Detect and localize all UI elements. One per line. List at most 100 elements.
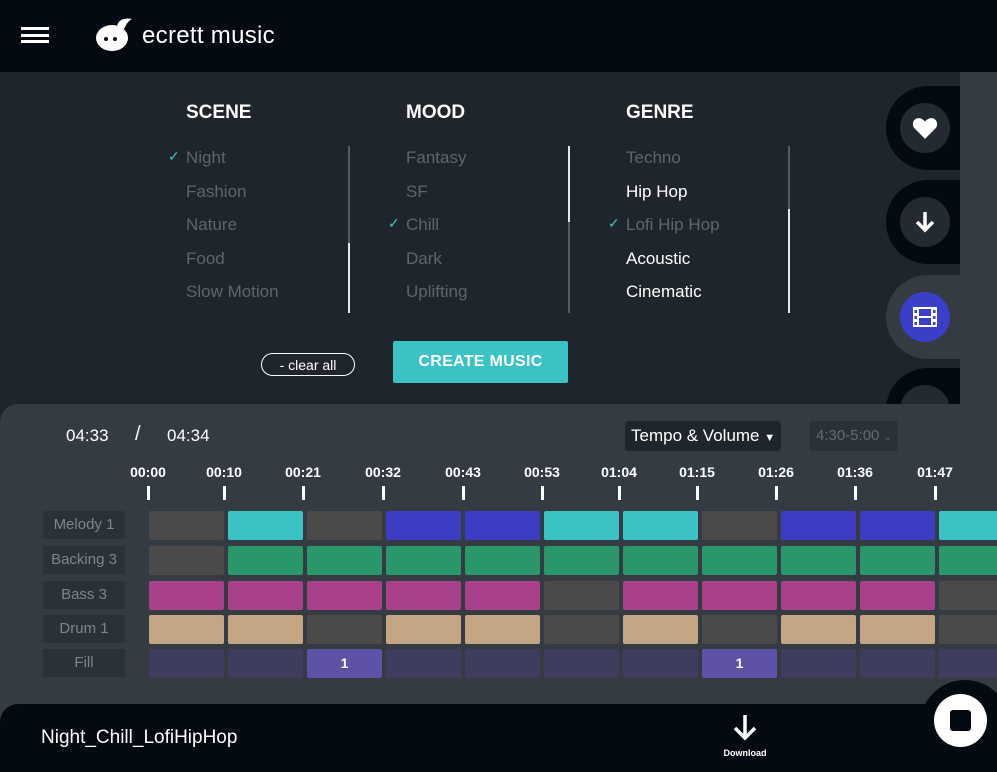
genre-option[interactable]: Acoustic [626, 249, 720, 283]
download-button[interactable]: Download [713, 713, 777, 758]
track-cell[interactable] [307, 546, 382, 575]
track-cell[interactable] [781, 546, 856, 575]
track-cell[interactable] [386, 615, 461, 644]
track-cell[interactable] [623, 546, 698, 575]
mood-option[interactable]: Fantasy [406, 148, 467, 182]
track-cell[interactable] [228, 546, 303, 575]
download-label: Download [723, 748, 767, 758]
track-cell[interactable] [228, 615, 303, 644]
track-cell[interactable] [228, 649, 303, 678]
track-cell[interactable] [939, 511, 997, 540]
track-cell[interactable] [149, 649, 224, 678]
track-cell[interactable] [228, 581, 303, 610]
track-cell[interactable] [623, 615, 698, 644]
tick-label: 01:47 [917, 464, 953, 480]
track-cell[interactable] [702, 546, 777, 575]
mood-title: MOOD [406, 102, 466, 123]
track-cell[interactable]: 1 [702, 649, 777, 678]
timeline-tick: 01:36 [825, 464, 885, 500]
track-cell[interactable] [228, 511, 303, 540]
scene-option[interactable]: Nature [186, 215, 279, 249]
track-label[interactable]: Melody 1 [43, 511, 125, 539]
track-cell[interactable] [149, 511, 224, 540]
genre-scrollbar[interactable] [788, 146, 790, 313]
film-icon[interactable] [900, 292, 950, 342]
tick-label: 01:15 [679, 464, 715, 480]
range-select[interactable]: 4:30-5:00 ⌄ [810, 421, 898, 451]
track-cell[interactable] [939, 649, 997, 678]
scene-option[interactable]: Slow Motion [186, 282, 279, 316]
track-cell[interactable] [544, 581, 619, 610]
track-cell[interactable] [781, 649, 856, 678]
track-cell[interactable] [465, 581, 540, 610]
mood-option[interactable]: Dark [406, 249, 467, 283]
track-cell[interactable] [860, 546, 935, 575]
option-label: Nature [186, 215, 238, 234]
mood-option[interactable]: Uplifting [406, 282, 467, 316]
favorite-tab[interactable] [886, 86, 960, 170]
mood-option[interactable]: ✓ Chill [388, 215, 467, 249]
track-cell[interactable]: 1 [307, 649, 382, 678]
track-cell[interactable] [465, 511, 540, 540]
track-cell[interactable] [465, 615, 540, 644]
download-tab[interactable] [886, 180, 960, 264]
track-cell[interactable] [465, 546, 540, 575]
scene-option[interactable]: Food [186, 249, 279, 283]
track-label[interactable]: Drum 1 [43, 615, 125, 643]
track-cell[interactable] [781, 581, 856, 610]
track-label[interactable]: Fill [43, 649, 125, 677]
track-cell[interactable] [860, 649, 935, 678]
clear-all-button[interactable]: - clear all [261, 353, 355, 376]
track-cell[interactable] [149, 546, 224, 575]
track-cell[interactable] [860, 581, 935, 610]
download-icon[interactable] [900, 197, 950, 247]
track-cell[interactable] [307, 581, 382, 610]
track-cell[interactable] [623, 511, 698, 540]
track-cell[interactable] [544, 511, 619, 540]
mood-scrollbar[interactable] [568, 146, 570, 313]
video-tab[interactable] [886, 275, 960, 359]
genre-option[interactable]: Cinematic [626, 282, 720, 316]
track-cell[interactable] [386, 511, 461, 540]
track-cell[interactable] [860, 511, 935, 540]
track-cell[interactable] [307, 511, 382, 540]
track-cell[interactable] [544, 546, 619, 575]
track-cell[interactable] [307, 615, 382, 644]
track-cell[interactable] [702, 615, 777, 644]
track-cell[interactable] [623, 649, 698, 678]
track-cell[interactable] [623, 581, 698, 610]
track-label[interactable]: Bass 3 [43, 581, 125, 609]
tempo-volume-select[interactable]: Tempo & Volume ▼ [625, 421, 782, 451]
timeline-tick: 00:10 [194, 464, 254, 500]
scene-option[interactable]: ✓ Night [168, 148, 279, 182]
track-name: Night_Chill_LofiHipHop [41, 727, 238, 748]
mood-option[interactable]: SF [406, 182, 467, 216]
track-cell[interactable] [149, 581, 224, 610]
track-cell[interactable] [544, 649, 619, 678]
track-cell[interactable] [781, 615, 856, 644]
genre-option[interactable]: Hip Hop [626, 182, 720, 216]
track-label[interactable]: Backing 3 [43, 546, 125, 574]
track-cell[interactable] [939, 615, 997, 644]
track-cell[interactable] [860, 615, 935, 644]
track-cell[interactable] [702, 511, 777, 540]
track-cell[interactable] [386, 581, 461, 610]
genre-option[interactable]: ✓ Lofi Hip Hop [608, 215, 720, 249]
scene-option[interactable]: Fashion [186, 182, 279, 216]
track-cell[interactable] [781, 511, 856, 540]
track-cell[interactable] [544, 615, 619, 644]
track-cell[interactable] [386, 546, 461, 575]
create-music-button[interactable]: CREATE MUSIC [393, 341, 568, 383]
track-cell[interactable] [939, 581, 997, 610]
track-cell[interactable] [149, 615, 224, 644]
heart-icon[interactable] [900, 103, 950, 153]
download-arrow-icon [733, 715, 757, 741]
scene-scrollbar[interactable] [348, 146, 350, 313]
track-cell[interactable] [702, 581, 777, 610]
track-cell[interactable] [386, 649, 461, 678]
track-cell[interactable] [939, 546, 997, 575]
track-cell[interactable] [465, 649, 540, 678]
genre-option[interactable]: Techno [626, 148, 720, 182]
stop-button[interactable] [934, 694, 987, 747]
hamburger-menu-icon[interactable] [21, 27, 49, 43]
